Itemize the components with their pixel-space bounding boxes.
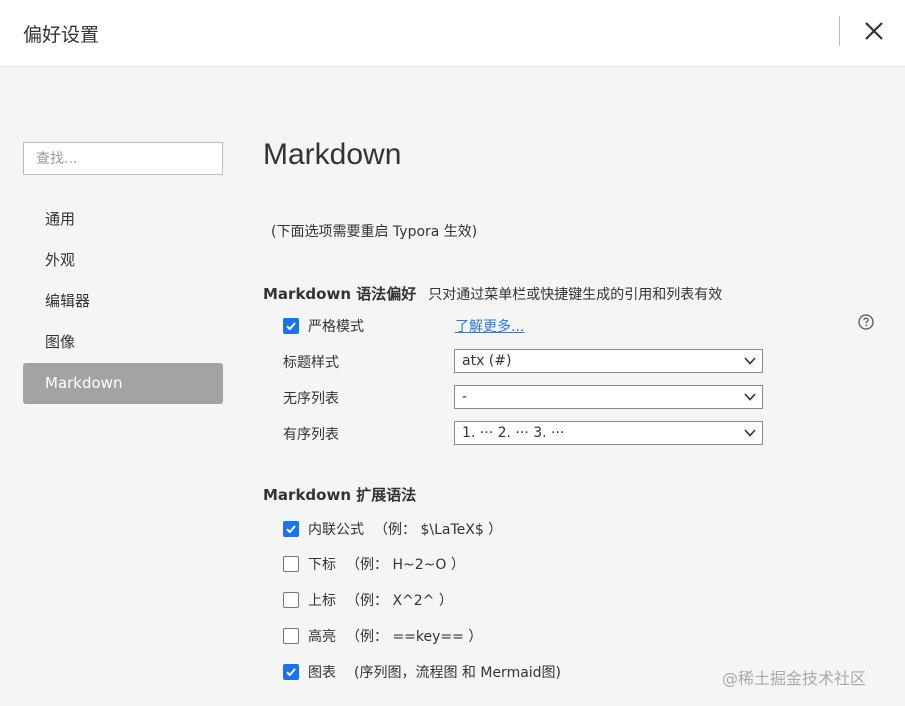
ext-row-inline-math: 内联公式 （例： $\LaTeX$ ） <box>283 517 502 541</box>
inline-math-label: 内联公式 <box>308 522 364 538</box>
superscript-example: （例： X^2^ ） <box>346 593 453 609</box>
strict-mode-row: 严格模式 <box>283 314 364 338</box>
superscript-label: 上标 <box>308 593 336 609</box>
heading-style-value: atx (#) <box>462 353 512 369</box>
ext-row-diagrams: 图表 (序列图，流程图 和 Mermaid图) <box>283 660 561 684</box>
unordered-list-value: - <box>462 389 468 405</box>
inline-math-example: （例： $\LaTeX$ ） <box>374 522 503 538</box>
ext-row-superscript: 上标 （例： X^2^ ） <box>283 588 453 612</box>
heading-style-label: 标题样式 <box>283 355 339 371</box>
inline-math-checkbox[interactable] <box>283 521 299 537</box>
diagrams-label: 图表 <box>308 665 336 681</box>
diagrams-checkbox[interactable] <box>283 664 299 680</box>
ordered-list-select[interactable]: 1. ··· 2. ··· 3. ··· <box>454 421 763 445</box>
chevron-down-icon <box>744 357 756 365</box>
chevron-down-icon <box>744 429 756 437</box>
syntax-pref-title: Markdown 语法偏好 <box>263 285 417 303</box>
watermark: @稀土掘金技术社区 <box>722 669 867 688</box>
page-title: Markdown <box>263 138 402 171</box>
title-bar: 偏好设置 <box>0 0 905 67</box>
syntax-pref-heading: Markdown 语法偏好 只对通过菜单栏或快捷键生成的引用和列表有效 <box>263 283 722 304</box>
highlight-checkbox[interactable] <box>283 628 299 644</box>
sidebar-item-general[interactable]: 通用 <box>23 199 223 240</box>
ext-row-highlight: 高亮 （例： ==key== ） <box>283 624 482 648</box>
restart-note: (下面选项需要重启 Typora 生效) <box>271 224 478 240</box>
sidebar-nav: 通用 外观 编辑器 图像 Markdown <box>23 199 223 404</box>
highlight-example: （例： ==key== ） <box>346 629 483 645</box>
ordered-list-value: 1. ··· 2. ··· 3. ··· <box>462 425 565 441</box>
ext-row-subscript: 下标 （例： H~2~O ） <box>283 552 465 576</box>
help-icon[interactable] <box>858 314 874 330</box>
sidebar-item-appearance[interactable]: 外观 <box>23 240 223 281</box>
ordered-list-label: 有序列表 <box>283 427 339 443</box>
sidebar-item-editor[interactable]: 编辑器 <box>23 281 223 322</box>
close-icon[interactable] <box>862 19 886 43</box>
highlight-label: 高亮 <box>308 629 336 645</box>
subscript-label: 下标 <box>308 557 336 573</box>
subscript-example: （例： H~2~O ） <box>346 557 465 573</box>
title-divider <box>839 16 840 46</box>
sidebar-item-markdown[interactable]: Markdown <box>23 363 223 404</box>
heading-style-select[interactable]: atx (#) <box>454 349 763 373</box>
subscript-checkbox[interactable] <box>283 556 299 572</box>
strict-mode-checkbox[interactable] <box>283 318 299 334</box>
sidebar-item-image[interactable]: 图像 <box>23 322 223 363</box>
strict-mode-label: 严格模式 <box>308 319 364 335</box>
unordered-list-select[interactable]: - <box>454 385 763 409</box>
window-title: 偏好设置 <box>23 24 100 46</box>
chevron-down-icon <box>744 393 756 401</box>
diagrams-example: (序列图，流程图 和 Mermaid图) <box>354 665 562 681</box>
search-input[interactable] <box>23 142 223 175</box>
learn-more-link[interactable]: 了解更多... <box>455 316 524 336</box>
extended-syntax-heading: Markdown 扩展语法 <box>263 486 417 504</box>
superscript-checkbox[interactable] <box>283 592 299 608</box>
syntax-pref-subheading: 只对通过菜单栏或快捷键生成的引用和列表有效 <box>428 287 723 303</box>
unordered-list-label: 无序列表 <box>283 391 339 407</box>
